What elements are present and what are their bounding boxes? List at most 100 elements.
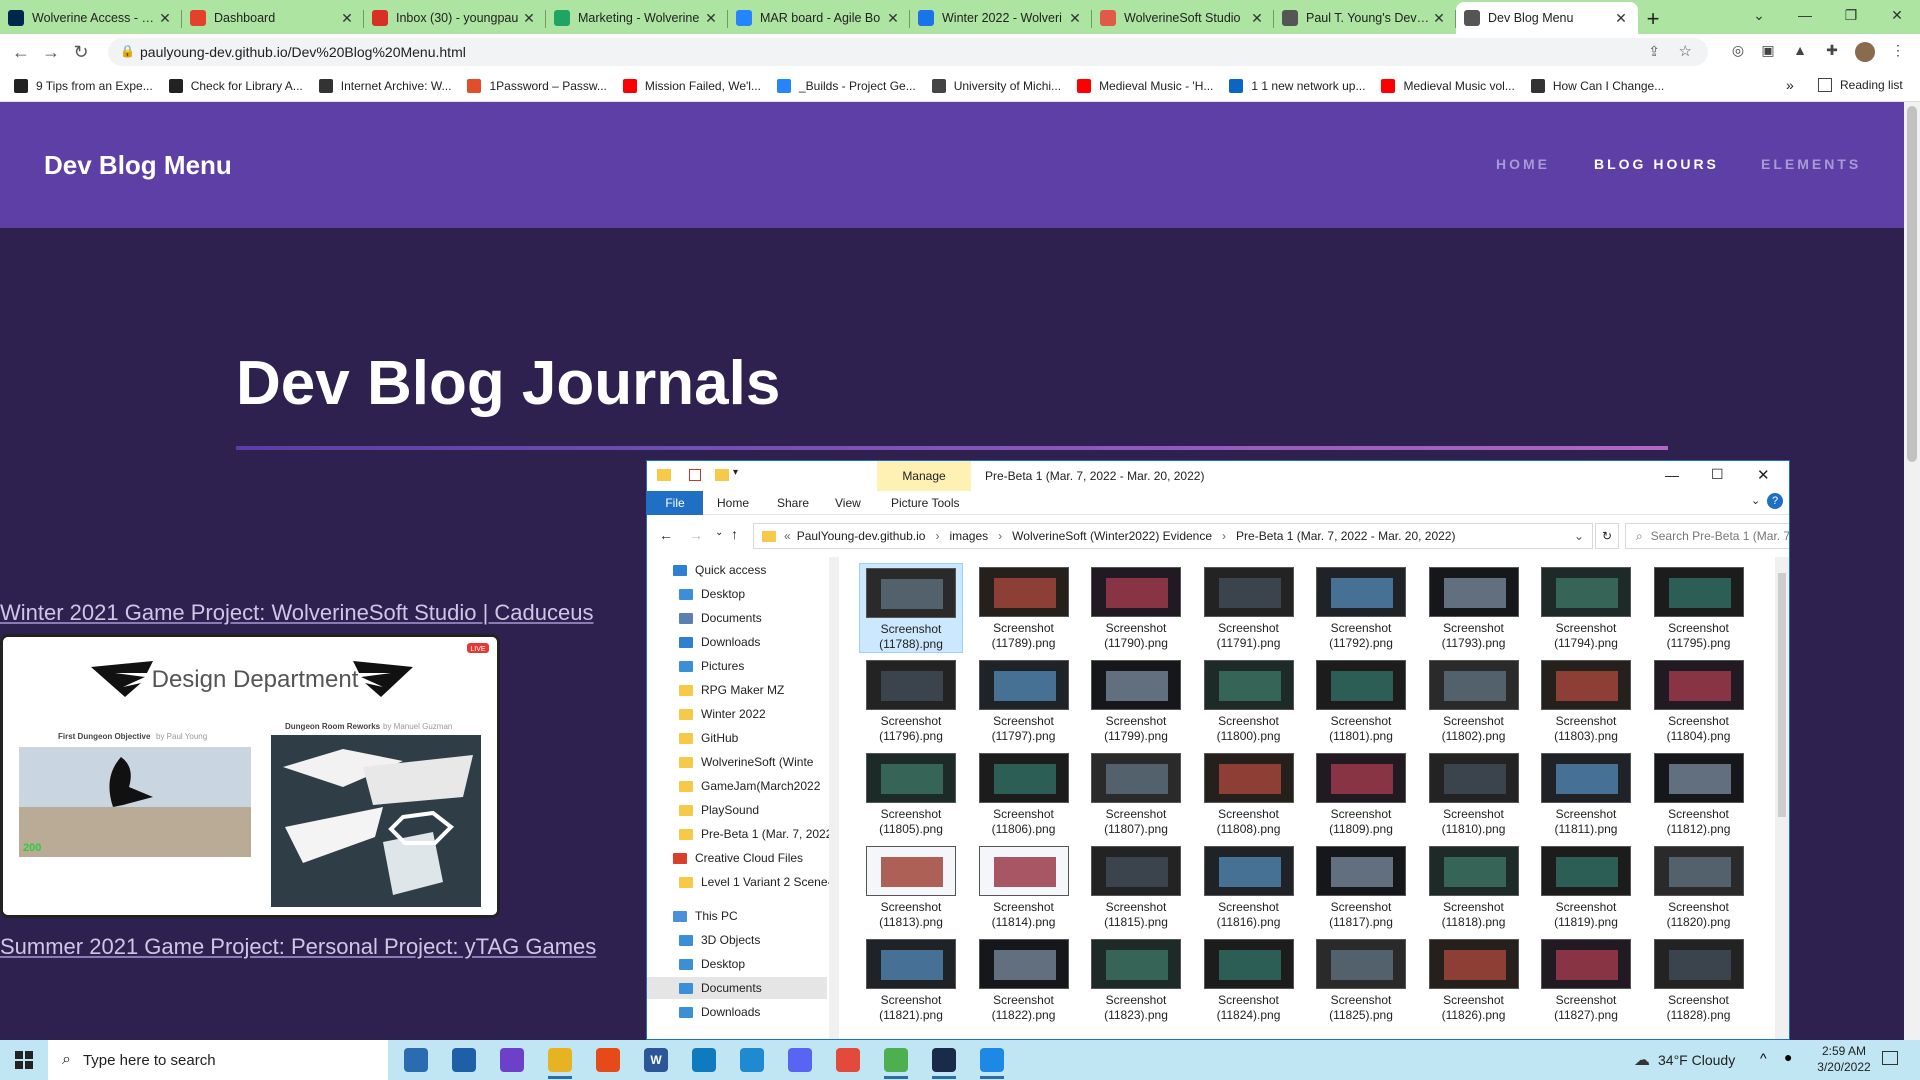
breadcrumb-segment[interactable]: Pre-Beta 1 (Mar. 7, 2022 - Mar. 20, 2022… xyxy=(1236,529,1455,543)
close-tab-icon[interactable]: ✕ xyxy=(338,10,356,27)
browser-tab[interactable]: Winter 2022 - Wolveri ✕ xyxy=(910,2,1092,34)
reload-icon[interactable]: ↻ xyxy=(66,42,96,63)
taskbar-app[interactable] xyxy=(392,1040,440,1080)
ribbon-expand-icon[interactable]: ⌄ xyxy=(1751,494,1760,507)
file-item[interactable]: Screenshot (11825).png xyxy=(1309,935,1413,1025)
bookmark-item[interactable]: Medieval Music vol... xyxy=(1373,78,1522,93)
nav-item[interactable]: Pictures xyxy=(647,655,827,677)
nav-item[interactable]: Level 1 Variant 2 Scene-a xyxy=(647,871,838,893)
nav-quick-access[interactable]: Quick access xyxy=(647,559,827,581)
file-item[interactable]: Screenshot (11806).png xyxy=(972,749,1076,839)
nav-pane-scrollbar[interactable] xyxy=(829,557,839,1039)
new-tab-button[interactable]: + xyxy=(1638,4,1668,34)
nav-item[interactable]: 3D Objects xyxy=(647,929,827,951)
file-item[interactable]: Screenshot (11801).png xyxy=(1309,656,1413,746)
taskbar-app[interactable] xyxy=(920,1040,968,1080)
project-thumbnail[interactable]: Design Department LIVE First Dungeon Obj… xyxy=(0,634,500,918)
site-title[interactable]: Dev Blog Menu xyxy=(44,150,232,181)
file-item[interactable]: Screenshot (11816).png xyxy=(1197,842,1301,932)
taskbar-app[interactable] xyxy=(584,1040,632,1080)
nav-item[interactable]: GameJam(March2022 xyxy=(647,775,827,797)
start-button[interactable] xyxy=(0,1040,48,1080)
ribbon-file-tab[interactable]: File xyxy=(647,491,703,515)
bookmark-item[interactable]: Mission Failed, We'l... xyxy=(615,78,769,93)
file-item[interactable]: Screenshot (11810).png xyxy=(1422,749,1526,839)
close-tab-icon[interactable]: ✕ xyxy=(1248,10,1266,27)
breadcrumb-segment[interactable]: PaulYoung-dev.github.io xyxy=(797,529,926,543)
file-item[interactable]: Screenshot (11809).png xyxy=(1309,749,1413,839)
nav-item[interactable]: Documents xyxy=(647,607,827,629)
file-item[interactable]: Screenshot (11800).png xyxy=(1197,656,1301,746)
bookmark-item[interactable]: Check for Library A... xyxy=(161,78,311,93)
nav-item[interactable]: Downloads xyxy=(647,631,827,653)
file-item[interactable]: Screenshot (11828).png xyxy=(1647,935,1751,1025)
bookmark-item[interactable]: Internet Archive: W... xyxy=(311,78,460,93)
explorer-back-icon[interactable]: ← xyxy=(659,527,673,543)
file-item[interactable]: Screenshot (11789).png xyxy=(972,563,1076,653)
bookmark-item[interactable]: University of Michi... xyxy=(924,78,1069,93)
file-item[interactable]: Screenshot (11813).png xyxy=(859,842,963,932)
file-item[interactable]: Screenshot (11791).png xyxy=(1197,563,1301,653)
taskbar-app[interactable] xyxy=(776,1040,824,1080)
nav-item[interactable]: RPG Maker MZ xyxy=(647,679,827,701)
browser-tab[interactable]: Inbox (30) - youngpau ✕ xyxy=(364,2,546,34)
close-tab-icon[interactable]: ✕ xyxy=(884,10,902,27)
properties-icon[interactable] xyxy=(689,469,701,481)
nav-item[interactable]: Downloads xyxy=(647,1001,827,1023)
close-tab-icon[interactable]: ✕ xyxy=(1430,10,1448,27)
scrollbar-thumb[interactable] xyxy=(1907,106,1917,462)
bookmark-item[interactable]: _Builds - Project Ge... xyxy=(769,78,924,93)
explorer-maximize-button[interactable]: ☐ xyxy=(1711,466,1724,483)
quick-access-dropdown-icon[interactable]: ▾ xyxy=(733,467,738,478)
file-item[interactable]: Screenshot (11821).png xyxy=(859,935,963,1025)
help-icon[interactable]: ? xyxy=(1767,493,1783,509)
taskbar-app[interactable] xyxy=(536,1040,584,1080)
close-tab-icon[interactable]: ✕ xyxy=(156,10,174,27)
taskbar-app[interactable] xyxy=(680,1040,728,1080)
nav-this-pc[interactable]: This PC xyxy=(647,905,827,927)
file-item[interactable]: Screenshot (11805).png xyxy=(859,749,963,839)
nav-item[interactable]: Documents xyxy=(647,977,827,999)
page-scrollbar[interactable] xyxy=(1904,102,1920,1040)
taskbar-app[interactable] xyxy=(728,1040,776,1080)
browser-tab[interactable]: Marketing - Wolverine ✕ xyxy=(546,2,728,34)
tab-search-icon[interactable]: ⌄ xyxy=(1736,0,1782,30)
nav-item[interactable]: Desktop xyxy=(647,583,827,605)
file-item[interactable]: Screenshot (11814).png xyxy=(972,842,1076,932)
file-item[interactable]: Screenshot (11803).png xyxy=(1534,656,1638,746)
close-tab-icon[interactable]: ✕ xyxy=(1612,10,1630,27)
bookmark-item[interactable]: 1Password – Passw... xyxy=(459,78,614,93)
ribbon-picture-tools-tab[interactable]: Picture Tools xyxy=(891,496,959,510)
reading-list-button[interactable]: Reading list xyxy=(1818,78,1903,92)
nav-blog-hours[interactable]: BLOG HOURS xyxy=(1594,156,1719,172)
project-link-winter-2021[interactable]: Winter 2021 Game Project: WolverineSoft … xyxy=(0,600,593,626)
ribbon-share-tab[interactable]: Share xyxy=(777,496,809,510)
more-bookmarks-button[interactable]: » xyxy=(1786,77,1794,93)
nav-item[interactable]: PlaySound xyxy=(647,799,827,821)
path-bar[interactable]: « PaulYoung-dev.github.io › images › Wol… xyxy=(753,523,1593,549)
file-item[interactable]: Screenshot (11802).png xyxy=(1422,656,1526,746)
close-window-button[interactable]: ✕ xyxy=(1874,0,1920,30)
file-item[interactable]: Screenshot (11792).png xyxy=(1309,563,1413,653)
bookmark-star-icon[interactable]: ☆ xyxy=(1679,42,1692,60)
close-tab-icon[interactable]: ✕ xyxy=(520,10,538,27)
browser-tab[interactable]: Paul T. Young's Devblo ✕ xyxy=(1274,2,1456,34)
taskbar-app[interactable] xyxy=(968,1040,1016,1080)
extension-icon[interactable]: ◎ xyxy=(1728,42,1748,62)
nav-item[interactable]: GitHub xyxy=(647,727,827,749)
microphone-icon[interactable]: ● xyxy=(1784,1049,1792,1065)
file-item[interactable]: Screenshot (11824).png xyxy=(1197,935,1301,1025)
browser-tab[interactable]: Dashboard ✕ xyxy=(182,2,364,34)
breadcrumb-segment[interactable]: images xyxy=(949,529,988,543)
file-item[interactable]: Screenshot (11822).png xyxy=(972,935,1076,1025)
share-icon[interactable]: ⇪ xyxy=(1648,43,1660,60)
file-item[interactable]: Screenshot (11796).png xyxy=(859,656,963,746)
nav-item[interactable]: Desktop xyxy=(647,953,827,975)
path-dropdown-icon[interactable]: ⌄ xyxy=(1574,529,1584,543)
explorer-close-button[interactable]: ✕ xyxy=(1757,466,1770,484)
bookmark-item[interactable]: 1 1 new network up... xyxy=(1221,78,1373,93)
bookmark-item[interactable]: 9 Tips from an Expe... xyxy=(6,78,161,93)
file-item[interactable]: Screenshot (11812).png xyxy=(1647,749,1751,839)
file-item[interactable]: Screenshot (11795).png xyxy=(1647,563,1751,653)
recent-locations-icon[interactable]: ⌄ xyxy=(715,527,723,538)
